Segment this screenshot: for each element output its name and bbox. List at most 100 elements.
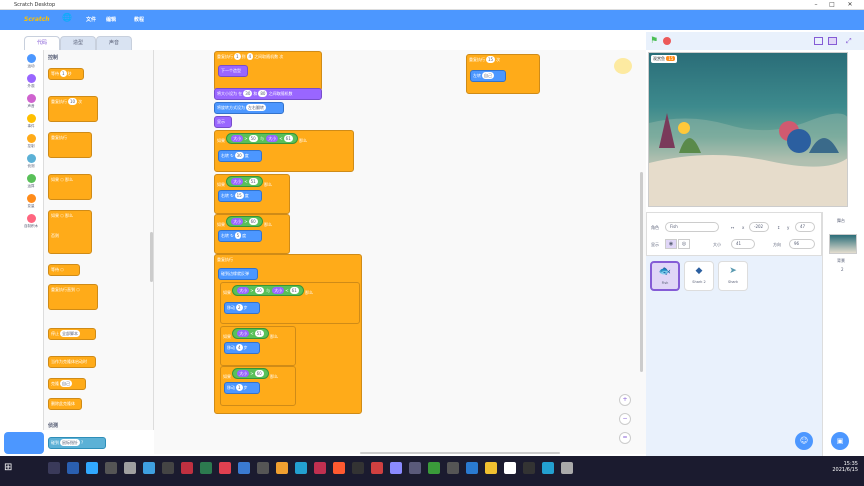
large-stage-icon[interactable] xyxy=(828,37,837,45)
taskbar-app-icon[interactable] xyxy=(257,462,269,474)
category-4[interactable]: 控制 xyxy=(18,134,44,149)
add-backdrop-icon[interactable]: ▣ xyxy=(831,432,849,450)
category-1[interactable]: 外观 xyxy=(18,74,44,89)
taskbar-app-icon[interactable] xyxy=(238,462,250,474)
taskbar-app-icon[interactable] xyxy=(86,462,98,474)
hide-eye-icon[interactable]: ◎ xyxy=(678,239,690,249)
taskbar-app-icon[interactable] xyxy=(200,462,212,474)
taskbar-app-icon[interactable] xyxy=(447,462,459,474)
palette-if-block[interactable]: 如果 ⬡ 那么 xyxy=(48,174,92,200)
menu-tutorials[interactable]: 教程 xyxy=(134,16,144,23)
category-2[interactable]: 声音 xyxy=(18,94,44,109)
taskbar-app-icon[interactable] xyxy=(124,462,136,474)
taskbar-app-icon[interactable] xyxy=(466,462,478,474)
palette-repeat-until-block[interactable]: 重复执行直到 ⬡ xyxy=(48,284,98,310)
taskbar-app-icon[interactable] xyxy=(504,462,516,474)
taskbar-app-icon[interactable] xyxy=(181,462,193,474)
turn-block-c[interactable]: 左转 自己 xyxy=(470,70,506,82)
language-globe-icon[interactable]: 🌐 xyxy=(62,13,72,22)
taskbar-app-icon[interactable] xyxy=(143,462,155,474)
tab-sounds[interactable]: 声音 xyxy=(96,36,132,50)
menu-edit[interactable]: 编辑 xyxy=(106,16,116,23)
backdrop-thumbnail[interactable] xyxy=(829,234,857,254)
palette-wait-block[interactable]: 等待 1 秒 xyxy=(48,68,84,80)
move-block-3[interactable]: 移动 1 步 xyxy=(224,382,260,394)
sprite-thumb-shark2[interactable]: ◆ Shark 2 xyxy=(684,261,714,291)
taskbar-app-icon[interactable] xyxy=(276,462,288,474)
small-stage-icon[interactable] xyxy=(814,37,823,45)
bounce-on-edge-block[interactable]: 碰到边缘就反弹 xyxy=(218,268,258,280)
show-visible-eye-icon[interactable]: ◉ xyxy=(665,239,677,249)
stop-icon[interactable] xyxy=(663,37,671,45)
taskbar-app-icon[interactable] xyxy=(485,462,497,474)
next-costume-block[interactable]: 下一个造型 xyxy=(218,65,248,77)
taskbar-app-icon[interactable] xyxy=(428,462,440,474)
y-input[interactable]: 47 xyxy=(795,222,815,232)
x-input[interactable]: -202 xyxy=(749,222,769,232)
set-rotation-block[interactable]: 将旋转方式设为 左右翻转 xyxy=(214,102,284,114)
tab-code[interactable]: 代码 xyxy=(24,36,60,50)
fullscreen-icon[interactable]: ⤢ xyxy=(846,37,852,46)
tab-costumes[interactable]: 造型 xyxy=(60,36,96,50)
taskbar-app-icon[interactable] xyxy=(67,462,79,474)
taskbar-app-icon[interactable] xyxy=(352,462,364,474)
green-flag-icon[interactable]: ⚑ xyxy=(650,36,658,46)
palette-repeat-block[interactable]: 重复执行 10 次 xyxy=(48,96,98,122)
close-button[interactable]: ✕ xyxy=(844,1,856,9)
palette-if-else-block[interactable]: 如果 ⬡ 那么 否则 xyxy=(48,210,92,254)
taskbar-app-icon[interactable] xyxy=(105,462,117,474)
category-5[interactable]: 侦测 xyxy=(18,154,44,169)
taskbar-app-icon[interactable] xyxy=(371,462,383,474)
zoom-in-button[interactable]: + xyxy=(619,394,631,406)
palette-scrollbar[interactable] xyxy=(150,232,153,282)
menu-file[interactable]: 文件 xyxy=(86,16,96,23)
add-sprite-cat-icon[interactable]: ☺ xyxy=(795,432,813,450)
turn-right-block-3[interactable]: 右转 ↻ 5 度 xyxy=(218,230,262,242)
palette-wait-until-block[interactable]: 等待 ⬡ xyxy=(48,264,80,276)
taskbar-app-icon[interactable] xyxy=(295,462,307,474)
set-size-block[interactable]: 将大小设为 在 30 和 80 之间取随机数 xyxy=(214,88,322,100)
taskbar-app-icon[interactable] xyxy=(162,462,174,474)
stage-canvas[interactable]: 观赏鱼 15 xyxy=(648,52,848,207)
category-6[interactable]: 运算 xyxy=(18,174,44,189)
taskbar-app-icon[interactable] xyxy=(314,462,326,474)
sprite-thumb-shark[interactable]: ➤ Shark xyxy=(718,261,748,291)
category-3[interactable]: 事件 xyxy=(18,114,44,129)
category-7[interactable]: 变量 xyxy=(18,194,44,209)
workspace-hscrollbar[interactable] xyxy=(360,452,560,454)
palette-stop-block[interactable]: 停止 全部脚本 xyxy=(48,328,96,340)
scratch-logo[interactable]: Scratch xyxy=(24,14,56,26)
palette-delete-clone-block[interactable]: 删除此克隆体 xyxy=(48,398,82,410)
taskbar-app-icon[interactable] xyxy=(390,462,402,474)
show-block[interactable]: 显示 xyxy=(214,116,232,128)
palette-forever-block[interactable]: 重复执行 xyxy=(48,132,92,158)
palette-touching-block[interactable]: 碰到 鼠标指针? xyxy=(48,437,106,449)
maximize-button[interactable]: □ xyxy=(826,1,838,9)
turn-right-block-2[interactable]: 右转 ↻ 15 度 xyxy=(218,190,262,202)
category-8[interactable]: 自制积木 xyxy=(18,214,44,229)
turn-right-block-1[interactable]: 右转 ↻ 30 度 xyxy=(218,150,262,162)
taskbar-app-icon[interactable] xyxy=(542,462,554,474)
palette-create-clone-block[interactable]: 克隆 自己 xyxy=(48,378,86,390)
taskbar-app-icon[interactable] xyxy=(48,462,60,474)
move-block-2[interactable]: 移动 4 步 xyxy=(224,342,260,354)
sprite-name-input[interactable]: Fish xyxy=(665,222,719,232)
move-block-1[interactable]: 移动 2 步 xyxy=(224,302,260,314)
taskbar-app-icon[interactable] xyxy=(561,462,573,474)
direction-input[interactable]: 96 xyxy=(789,239,815,249)
sprite-thumb-fish[interactable]: 🐟 Fish xyxy=(650,261,680,291)
add-extension-button[interactable] xyxy=(4,432,44,454)
taskbar-app-icon[interactable] xyxy=(523,462,535,474)
taskbar-app-icon[interactable] xyxy=(219,462,231,474)
palette-start-clone-block[interactable]: 当作为克隆体启动时 xyxy=(48,356,96,368)
minimize-button[interactable]: – xyxy=(810,1,822,9)
category-dot-icon xyxy=(26,114,36,123)
taskbar-app-icon[interactable] xyxy=(409,462,421,474)
zoom-reset-button[interactable]: = xyxy=(619,432,631,444)
workspace-vscrollbar[interactable] xyxy=(640,172,643,372)
zoom-out-button[interactable]: − xyxy=(619,413,631,425)
size-input[interactable]: 41 xyxy=(731,239,755,249)
category-0[interactable]: 运动 xyxy=(18,54,44,69)
windows-start-icon[interactable]: ⊞ xyxy=(4,462,12,473)
taskbar-app-icon[interactable] xyxy=(333,462,345,474)
